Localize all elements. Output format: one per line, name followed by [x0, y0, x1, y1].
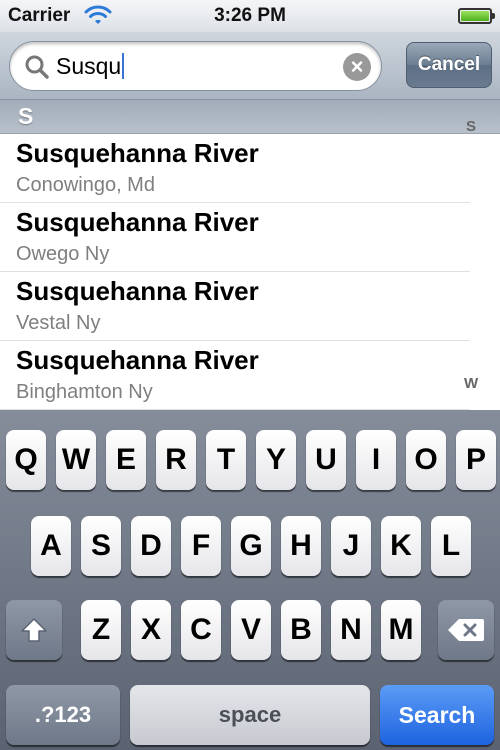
result-subtitle: Binghamton Ny: [16, 381, 153, 403]
space-key[interactable]: space: [130, 685, 370, 745]
result-subtitle: Vestal Ny: [16, 312, 101, 334]
result-subtitle: Owego Ny: [16, 243, 110, 265]
results-list: Susquehanna River Conowingo, Md Susqueha…: [0, 134, 500, 410]
list-item[interactable]: Susquehanna River Owego Ny: [0, 203, 470, 272]
key-r[interactable]: R: [156, 430, 196, 490]
key-g[interactable]: G: [231, 516, 271, 576]
section-index-w[interactable]: W: [464, 375, 478, 392]
battery-icon: [458, 8, 495, 24]
key-m[interactable]: M: [381, 600, 421, 660]
key-v[interactable]: V: [231, 600, 271, 660]
shift-icon: [21, 618, 47, 642]
key-p[interactable]: P: [456, 430, 496, 490]
key-k[interactable]: K: [381, 516, 421, 576]
search-key[interactable]: Search: [380, 685, 494, 745]
wifi-icon: [84, 5, 112, 24]
numbers-key[interactable]: .?123: [6, 685, 120, 745]
status-time: 3:26 PM: [214, 5, 286, 26]
key-e[interactable]: E: [106, 430, 146, 490]
search-value: Susqu: [56, 53, 125, 80]
key-q[interactable]: Q: [6, 430, 46, 490]
key-o[interactable]: O: [406, 430, 446, 490]
result-subtitle: Conowingo, Md: [16, 174, 155, 196]
status-bar: Carrier 3:26 PM: [0, 0, 500, 32]
search-icon: [25, 55, 49, 79]
section-header: S: [0, 100, 500, 134]
carrier-label: Carrier: [8, 5, 71, 26]
key-c[interactable]: C: [181, 600, 221, 660]
backspace-icon: [448, 619, 484, 641]
cancel-button[interactable]: Cancel: [406, 42, 492, 88]
section-index-s[interactable]: S: [466, 118, 476, 135]
shift-key[interactable]: [6, 600, 62, 660]
key-i[interactable]: I: [356, 430, 396, 490]
key-u[interactable]: U: [306, 430, 346, 490]
key-s[interactable]: S: [81, 516, 121, 576]
key-j[interactable]: J: [331, 516, 371, 576]
key-a[interactable]: A: [31, 516, 71, 576]
list-item[interactable]: Susquehanna River Binghamton Ny: [0, 341, 470, 410]
backspace-key[interactable]: [438, 600, 494, 660]
key-t[interactable]: T: [206, 430, 246, 490]
clear-icon[interactable]: ×: [343, 53, 371, 81]
key-n[interactable]: N: [331, 600, 371, 660]
result-title: Susquehanna River: [16, 345, 259, 375]
search-input[interactable]: Susqu ×: [9, 41, 382, 91]
result-title: Susquehanna River: [16, 276, 259, 306]
key-l[interactable]: L: [431, 516, 471, 576]
key-w[interactable]: W: [56, 430, 96, 490]
key-y[interactable]: Y: [256, 430, 296, 490]
key-x[interactable]: X: [131, 600, 171, 660]
key-z[interactable]: Z: [81, 600, 121, 660]
search-bar: Susqu × Cancel: [0, 32, 500, 100]
keyboard: Q W E R T Y U I O P A S D F G H J K L Z …: [0, 410, 500, 750]
list-item[interactable]: Susquehanna River Vestal Ny: [0, 272, 470, 341]
key-f[interactable]: F: [181, 516, 221, 576]
result-title: Susquehanna River: [16, 138, 259, 168]
result-title: Susquehanna River: [16, 207, 259, 237]
list-item[interactable]: Susquehanna River Conowingo, Md: [0, 134, 470, 203]
key-h[interactable]: H: [281, 516, 321, 576]
key-b[interactable]: B: [281, 600, 321, 660]
key-d[interactable]: D: [131, 516, 171, 576]
